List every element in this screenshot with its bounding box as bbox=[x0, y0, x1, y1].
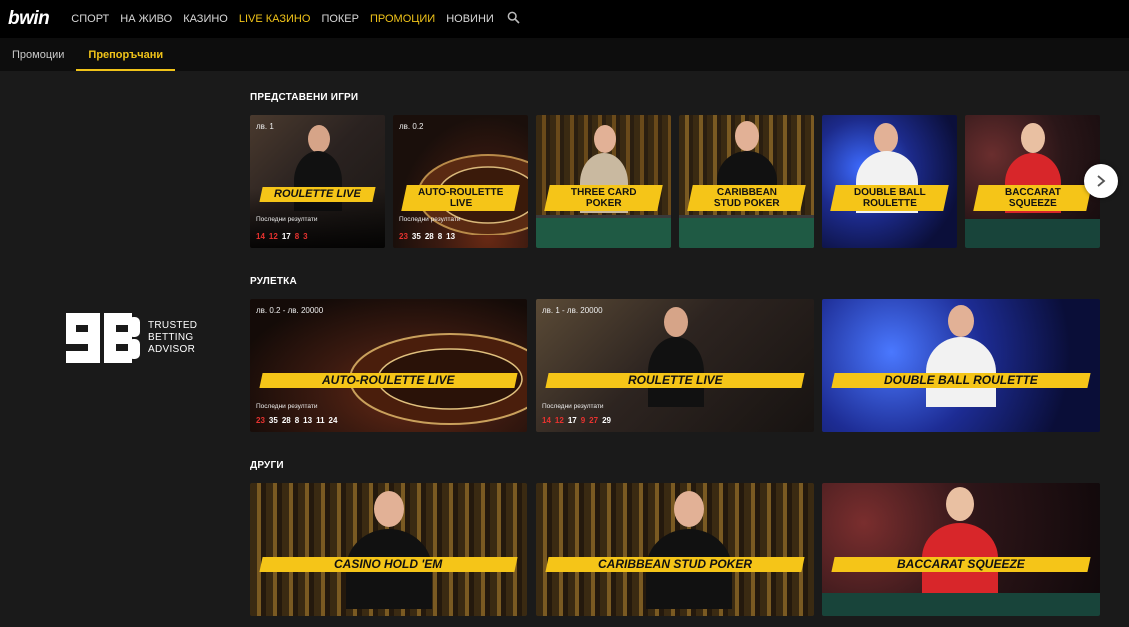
dealer-image bbox=[1021, 123, 1045, 153]
tba-text-1: TRUSTED bbox=[148, 320, 198, 331]
nav-casino[interactable]: КАЗИНО bbox=[183, 13, 228, 25]
game-title-banner: THREE CARD POKER bbox=[544, 185, 663, 211]
nav-news[interactable]: НОВИНИ bbox=[446, 13, 494, 25]
game-tile-casino-holdem[interactable]: CASINO HOLD 'EM bbox=[250, 483, 527, 616]
tab-recommended[interactable]: Препоръчани bbox=[76, 38, 175, 71]
game-tile-caribbean-stud-poker[interactable]: CARIBBEAN STUD POKER bbox=[679, 115, 814, 248]
sub-navbar: Промоции Препоръчани bbox=[0, 38, 1129, 71]
nav-poker[interactable]: ПОКЕР bbox=[321, 13, 359, 25]
game-tile-auto-roulette-live-large[interactable]: лв. 0.2 - лв. 20000 AUTO-ROULETTE LIVE П… bbox=[250, 299, 527, 432]
tab-promotions[interactable]: Промоции bbox=[0, 38, 76, 71]
last-results-label: Последни резултати bbox=[542, 403, 604, 410]
dealer-image bbox=[948, 305, 974, 337]
limit-label: лв. 1 - лв. 20000 bbox=[542, 306, 603, 315]
dealer-image bbox=[874, 123, 898, 153]
game-tile-roulette-live-large[interactable]: лв. 1 - лв. 20000 ROULETTE LIVE Последни… bbox=[536, 299, 814, 432]
game-tile-baccarat-squeeze-large[interactable]: BACCARAT SQUEEZE bbox=[822, 483, 1100, 616]
game-title-banner: BACCARAT SQUEEZE bbox=[973, 185, 1092, 211]
game-title-banner: DOUBLE BALL ROULETTE bbox=[830, 185, 949, 211]
game-title-banner: CASINO HOLD 'EM bbox=[259, 557, 518, 572]
limit-label: лв. 0.2 bbox=[399, 122, 424, 131]
limit-label: лв. 0.2 - лв. 20000 bbox=[256, 306, 324, 315]
game-tile-double-ball-roulette[interactable]: DOUBLE BALL ROULETTE bbox=[822, 115, 957, 248]
dealer-image bbox=[946, 487, 974, 521]
section-title-roulette: РУЛЕТКА bbox=[250, 276, 297, 287]
last-results: 14 12 17 9 27 29 bbox=[542, 416, 611, 425]
nav-live-casino[interactable]: LIVE КАЗИНО bbox=[239, 13, 311, 25]
last-results-label: Последни резултати bbox=[256, 216, 318, 223]
tba-logo-icon bbox=[66, 313, 140, 363]
last-results: 23 35 28 8 13 11 24 bbox=[256, 416, 338, 425]
section-title-featured: ПРЕДСТАВЕНИ ИГРИ bbox=[250, 92, 359, 103]
game-title-banner: ROULETTE LIVE bbox=[259, 187, 376, 202]
dealer-image bbox=[674, 491, 704, 527]
last-results: 23 35 28 8 13 bbox=[399, 232, 456, 241]
search-icon[interactable] bbox=[507, 11, 523, 27]
game-title-banner: AUTO-ROULETTE LIVE bbox=[259, 373, 518, 388]
nav-promotions[interactable]: ПРОМОЦИИ bbox=[370, 13, 435, 25]
game-title-banner: CARIBBEAN STUD POKER bbox=[545, 557, 805, 572]
dealer-image bbox=[374, 491, 404, 527]
game-tile-double-ball-roulette-large[interactable]: DOUBLE BALL ROULETTE bbox=[822, 299, 1100, 432]
game-title-banner: DOUBLE BALL ROULETTE bbox=[831, 373, 1091, 388]
bwin-logo[interactable]: bwin bbox=[8, 8, 50, 30]
last-results-label: Последни резултати bbox=[256, 403, 318, 410]
game-tile-roulette-live[interactable]: лв. 1 ROULETTE LIVE Последни резултати 1… bbox=[250, 115, 385, 248]
game-tile-caribbean-stud-poker-large[interactable]: CARIBBEAN STUD POKER bbox=[536, 483, 814, 616]
nav-sport[interactable]: СПОРТ bbox=[71, 13, 109, 25]
last-results-label: Последни резултати bbox=[399, 216, 461, 223]
tba-text-3: ADVISOR bbox=[148, 344, 196, 355]
main-nav: СПОРТ НА ЖИВО КАЗИНО LIVE КАЗИНО ПОКЕР П… bbox=[71, 11, 523, 27]
game-tile-auto-roulette-live[interactable]: лв. 0.2 AUTO-ROULETTE LIVE Последни резул… bbox=[393, 115, 528, 248]
dealer-image bbox=[735, 121, 759, 151]
game-title-banner: ROULETTE LIVE bbox=[545, 373, 805, 388]
top-navbar: bwin СПОРТ НА ЖИВО КАЗИНО LIVE КАЗИНО ПО… bbox=[0, 0, 1129, 38]
game-title-banner: CARIBBEAN STUD POKER bbox=[687, 185, 806, 211]
game-title-banner: AUTO-ROULETTE LIVE bbox=[401, 185, 520, 211]
last-results: 14 12 17 8 3 bbox=[256, 232, 308, 241]
tba-text-2: BETTING bbox=[148, 332, 194, 343]
nav-live[interactable]: НА ЖИВО bbox=[120, 13, 172, 25]
carousel-next-button[interactable] bbox=[1084, 164, 1118, 198]
section-title-other: ДРУГИ bbox=[250, 460, 284, 471]
game-title-banner: BACCARAT SQUEEZE bbox=[831, 557, 1091, 572]
dealer-image bbox=[594, 125, 616, 153]
game-tile-three-card-poker[interactable]: THREE CARD POKER bbox=[536, 115, 671, 248]
chevron-right-icon bbox=[1097, 175, 1106, 187]
dealer-image bbox=[664, 307, 688, 337]
trusted-betting-advisor-badge[interactable]: TRUSTED BETTING ADVISOR bbox=[66, 313, 197, 363]
limit-label: лв. 1 bbox=[256, 122, 274, 131]
game-tile-baccarat-squeeze[interactable]: BACCARAT SQUEEZE bbox=[965, 115, 1100, 248]
